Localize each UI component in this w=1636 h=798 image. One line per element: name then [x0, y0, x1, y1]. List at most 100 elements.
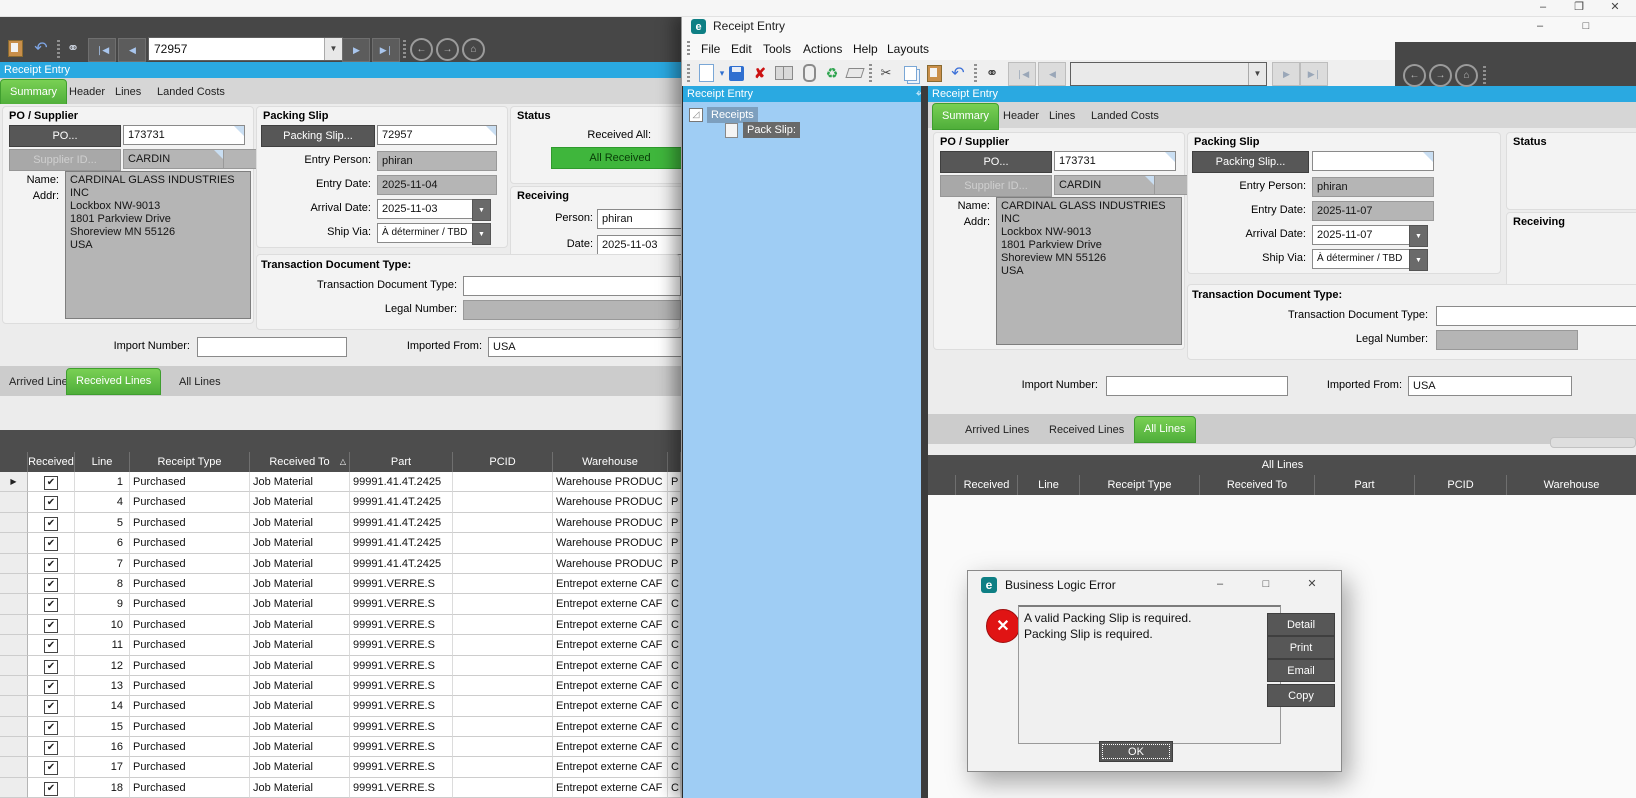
paste-icon[interactable] [5, 38, 25, 58]
po-button[interactable]: PO... [940, 151, 1052, 173]
table-row[interactable]: ✔ 6 Purchased Job Material 99991.41.4T.2425 W… [0, 533, 681, 554]
col-header-received[interactable]: Received [28, 452, 75, 472]
right-minimize-button[interactable]: – [1523, 19, 1557, 34]
menu-actions[interactable]: Actions [796, 38, 849, 60]
grid-cell[interactable]: Purchased [130, 737, 250, 758]
grid-cell[interactable]: 14 [75, 696, 130, 717]
save-icon[interactable] [726, 63, 746, 83]
grid-cell[interactable]: Job Material [250, 696, 350, 717]
grid-cell[interactable]: Purchased [130, 472, 250, 493]
grid-cell[interactable]: P [668, 553, 681, 574]
attachment-icon[interactable] [799, 63, 819, 83]
grid-cell[interactable]: Job Material [250, 472, 350, 493]
grid-cell[interactable] [453, 594, 553, 615]
first-record-button[interactable]: ❘◀ [1008, 62, 1036, 86]
table-row[interactable]: ✔ 14 Purchased Job Material 99991.VERRE.S Ent… [0, 696, 681, 717]
receiving-date-field[interactable]: 2025-11-03 [597, 235, 681, 255]
search-binoculars-icon[interactable]: ⚭ [63, 38, 83, 58]
row-selector[interactable] [0, 635, 28, 656]
row-selector[interactable] [0, 737, 28, 758]
grid-cell[interactable]: 99991.VERRE.S [350, 614, 453, 636]
table-row[interactable]: ✔ 4 Purchased Job Material 99991.41.4T.2425 W… [0, 492, 681, 513]
grid-cell[interactable]: Warehouse PRODUC [553, 472, 668, 493]
ok-button[interactable]: OK [1099, 741, 1173, 762]
po-button[interactable]: PO... [9, 125, 121, 147]
row-selector[interactable] [0, 533, 28, 554]
arrival-date-field[interactable]: 2025-11-07 [1312, 225, 1416, 245]
tree-node-pack-slip[interactable]: Pack Slip: [743, 122, 800, 138]
checkbox-checked-icon[interactable]: ✔ [44, 496, 58, 511]
grid-cell[interactable]: C [668, 635, 681, 656]
grid-cell[interactable]: 99991.VERRE.S [350, 757, 453, 778]
tree-splitter[interactable] [921, 86, 928, 798]
grid-cell[interactable]: Job Material [250, 573, 350, 595]
grid-cell[interactable]: Entrepot externe CAF [553, 777, 668, 798]
back-icon[interactable]: ← [410, 38, 433, 61]
row-selector[interactable] [0, 614, 28, 636]
table-row[interactable]: ✔ 8 Purchased Job Material 99991.VERRE.S Entr… [0, 573, 681, 595]
table-row[interactable]: ✔ 12 Purchased Job Material 99991.VERRE.S Ent… [0, 655, 681, 676]
grid-cell[interactable]: 99991.41.4T.2425 [350, 492, 453, 513]
received-checkbox-cell[interactable]: ✔ [28, 573, 75, 595]
checkbox-checked-icon[interactable]: ✔ [44, 700, 58, 715]
grid-cell[interactable]: C [668, 777, 681, 798]
record-search-combobox[interactable]: ▼ [1070, 62, 1267, 86]
previous-record-button[interactable]: ◀ [1038, 62, 1066, 86]
tree-root-icon[interactable]: ◿ [689, 108, 703, 122]
grid-cell[interactable] [453, 553, 553, 574]
grid-cell[interactable]: 10 [75, 614, 130, 636]
right-maximize-button[interactable]: □ [1569, 19, 1603, 34]
forward-icon[interactable]: → [1429, 64, 1452, 87]
received-checkbox-cell[interactable]: ✔ [28, 512, 75, 534]
received-checkbox-cell[interactable]: ✔ [28, 757, 75, 778]
combo-dropdown-icon[interactable]: ▼ [324, 38, 342, 60]
grid-cell[interactable]: 99991.VERRE.S [350, 635, 453, 656]
grid-cell[interactable]: P [668, 512, 681, 534]
error-message-box[interactable]: A valid Packing Slip is required. Packin… [1018, 605, 1281, 744]
menubar-grip[interactable] [687, 41, 690, 57]
grid-cell[interactable] [453, 696, 553, 717]
transaction-type-field[interactable] [463, 276, 681, 296]
grid-cell[interactable] [453, 757, 553, 778]
ship-via-dropdown-icon[interactable]: ▼ [1409, 249, 1428, 271]
combo-dropdown-icon[interactable]: ▼ [1248, 63, 1266, 85]
checkbox-checked-icon[interactable]: ✔ [44, 781, 58, 796]
grid-cell[interactable]: 4 [75, 492, 130, 513]
received-checkbox-cell[interactable]: ✔ [28, 594, 75, 615]
grid-cell[interactable]: C [668, 757, 681, 778]
tab-summary[interactable]: Summary [0, 79, 68, 106]
grid-cell[interactable]: Job Material [250, 635, 350, 656]
dialog-close-button[interactable]: ✕ [1302, 577, 1322, 592]
grid-cell[interactable] [453, 737, 553, 758]
grid-cell[interactable]: 99991.VERRE.S [350, 655, 453, 676]
grid-cell[interactable] [453, 675, 553, 697]
ship-via-field[interactable]: À déterminer / TBD [1312, 249, 1416, 269]
grid-cell[interactable]: Job Material [250, 553, 350, 574]
email-button[interactable]: Email [1267, 659, 1335, 682]
row-selector[interactable] [0, 655, 28, 676]
grid-cell[interactable]: Job Material [250, 737, 350, 758]
grid-cell[interactable]: Purchased [130, 553, 250, 574]
grid-cell[interactable]: Purchased [130, 594, 250, 615]
grid-cell[interactable]: Entrepot externe CAF [553, 635, 668, 656]
grid-cell[interactable]: Warehouse PRODUC [553, 553, 668, 574]
arrival-date-dropdown-icon[interactable]: ▼ [472, 199, 491, 221]
col-header-partial[interactable] [668, 452, 681, 472]
grid-cell[interactable]: 13 [75, 675, 130, 697]
checkbox-checked-icon[interactable]: ✔ [44, 720, 58, 735]
table-row[interactable]: ✔ 7 Purchased Job Material 99991.41.4T.2425 W… [0, 553, 681, 574]
grid-cell[interactable]: Entrepot externe CAF [553, 757, 668, 778]
search-binoculars-icon[interactable]: ⚭ [982, 63, 1002, 83]
print-button[interactable]: Print [1267, 636, 1335, 659]
grid-cell[interactable]: Purchased [130, 777, 250, 798]
grid-cell[interactable]: 5 [75, 512, 130, 534]
checkbox-checked-icon[interactable]: ✔ [44, 618, 58, 633]
grid-cell[interactable]: Job Material [250, 492, 350, 513]
checkbox-checked-icon[interactable]: ✔ [44, 761, 58, 776]
checkbox-checked-icon[interactable]: ✔ [44, 557, 58, 572]
checkbox-checked-icon[interactable]: ✔ [44, 537, 58, 552]
received-checkbox-cell[interactable]: ✔ [28, 716, 75, 738]
received-checkbox-cell[interactable]: ✔ [28, 696, 75, 717]
po-number-field[interactable]: 173731 [123, 125, 245, 145]
grid-cell[interactable]: 18 [75, 777, 130, 798]
